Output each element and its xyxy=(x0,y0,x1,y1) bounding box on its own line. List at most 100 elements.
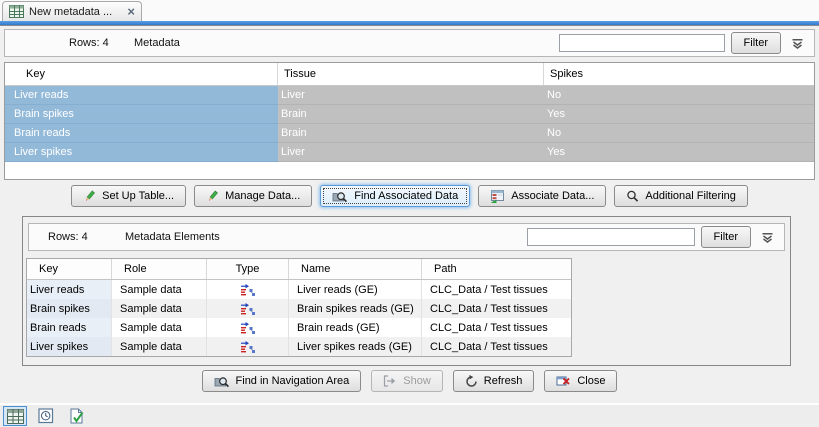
dialog-actions: Find in Navigation Area Show Refresh Clo… xyxy=(0,370,819,392)
manage-data-button[interactable]: Manage Data... xyxy=(194,185,312,207)
associate-data-button[interactable]: Associate Data... xyxy=(478,185,606,207)
set-up-table-button[interactable]: Set Up Table... xyxy=(71,185,186,207)
column-header-type[interactable]: Type xyxy=(207,259,289,279)
cell-name: Brain spikes reads (GE) xyxy=(289,299,422,318)
button-label: Manage Data... xyxy=(225,190,300,202)
cell-role: Sample data xyxy=(112,318,207,337)
button-label: Find in Navigation Area xyxy=(236,375,350,387)
find-associated-data-button[interactable]: Find Associated Data xyxy=(320,185,470,207)
expression-data-icon xyxy=(240,302,256,316)
button-label: Refresh xyxy=(484,375,523,387)
table-row[interactable]: Brain spikes Brain Yes xyxy=(5,105,814,124)
tab-bar: New metadata ... × xyxy=(0,0,819,21)
column-header-key[interactable]: Key xyxy=(5,63,278,85)
table-row[interactable]: Liver reads Liver No xyxy=(5,86,814,105)
cell-tissue: Liver xyxy=(278,143,544,162)
cell-name: Liver spikes reads (GE) xyxy=(289,337,422,356)
filter-input[interactable] xyxy=(527,228,695,246)
find-in-navigation-area-button[interactable]: Find in Navigation Area xyxy=(202,370,362,392)
expression-data-icon xyxy=(240,321,256,335)
button-label: Close xyxy=(577,375,605,387)
metadata-elements-table: Key Role Type Name Path Liver reads Samp… xyxy=(26,258,572,357)
table-row[interactable]: Brain spikes Sample data Brain spikes re… xyxy=(27,299,571,318)
associate-data-icon xyxy=(490,190,505,203)
close-window-icon xyxy=(556,375,571,387)
cell-role: Sample data xyxy=(112,280,207,299)
cell-tissue: Brain xyxy=(278,105,544,124)
filter-button[interactable]: Filter xyxy=(701,226,751,248)
button-label: Set Up Table... xyxy=(102,190,174,202)
metadata-elements-panel: Rows: 4 Metadata Elements Filter Key Rol… xyxy=(22,216,791,366)
cell-key: Liver reads xyxy=(5,86,278,105)
table-row[interactable]: Brain reads Brain No xyxy=(5,124,814,143)
filter-input[interactable] xyxy=(559,34,725,52)
metadata-table: Key Tissue Spikes Liver reads Liver No B… xyxy=(4,62,815,180)
element-info-view-icon xyxy=(69,408,85,425)
show-button[interactable]: Show xyxy=(371,370,443,392)
cell-key: Liver spikes xyxy=(27,337,112,356)
table-header: Key Role Type Name Path xyxy=(27,259,571,280)
find-data-icon xyxy=(332,190,348,203)
panel-title: Metadata Elements xyxy=(125,231,220,243)
close-tab-icon[interactable]: × xyxy=(127,5,135,18)
cell-key: Liver reads xyxy=(27,280,112,299)
column-header-key[interactable]: Key xyxy=(27,259,112,279)
table-row[interactable]: Brain reads Sample data Brain reads (GE)… xyxy=(27,318,571,337)
column-header-role[interactable]: Role xyxy=(112,259,207,279)
table-row[interactable]: Liver spikes Liver Yes xyxy=(5,143,814,162)
refresh-button[interactable]: Refresh xyxy=(453,370,535,392)
cell-key: Brain spikes xyxy=(5,105,278,124)
cell-key: Brain reads xyxy=(5,124,278,143)
button-label: Find Associated Data xyxy=(354,190,458,202)
table-row[interactable]: Liver spikes Sample data Liver spikes re… xyxy=(27,337,571,356)
cell-tissue: Liver xyxy=(278,86,544,105)
pencil-icon xyxy=(206,190,219,203)
cell-key: Brain reads xyxy=(27,318,112,337)
filter-options-icon[interactable] xyxy=(759,230,776,245)
metadata-toolbar: Rows: 4 Metadata Filter xyxy=(4,29,815,57)
show-icon xyxy=(383,375,397,387)
status-bar xyxy=(0,405,819,427)
tab-label: New metadata ... xyxy=(29,6,122,18)
cell-name: Liver reads (GE) xyxy=(289,280,422,299)
cell-tissue: Brain xyxy=(278,124,544,143)
cell-type xyxy=(207,299,289,318)
cell-key: Brain spikes xyxy=(27,299,112,318)
cell-name: Brain reads (GE) xyxy=(289,318,422,337)
history-view-icon xyxy=(38,408,54,424)
tab-new-metadata[interactable]: New metadata ... × xyxy=(2,1,142,21)
close-button[interactable]: Close xyxy=(544,370,617,392)
cell-path: CLC_Data / Test tissues xyxy=(422,337,571,356)
column-header-spikes[interactable]: Spikes xyxy=(544,63,814,85)
additional-filtering-button[interactable]: Additional Filtering xyxy=(614,185,748,207)
expression-data-icon xyxy=(240,283,256,297)
cell-role: Sample data xyxy=(112,299,207,318)
magnifier-icon xyxy=(626,190,639,203)
expression-data-icon xyxy=(240,340,256,354)
history-view-button[interactable] xyxy=(34,406,58,426)
cell-spikes: No xyxy=(544,86,814,105)
element-info-view-button[interactable] xyxy=(65,406,89,426)
column-header-name[interactable]: Name xyxy=(289,259,422,279)
column-header-path[interactable]: Path xyxy=(422,259,571,279)
table-header: Key Tissue Spikes xyxy=(5,63,814,86)
table-row[interactable]: Liver reads Sample data Liver reads (GE)… xyxy=(27,280,571,299)
filter-options-icon[interactable] xyxy=(789,36,806,51)
table-icon xyxy=(9,5,24,18)
cell-path: CLC_Data / Test tissues xyxy=(422,318,571,337)
rows-count: Rows: 4 xyxy=(69,37,134,49)
pencil-icon xyxy=(83,190,96,203)
button-label: Additional Filtering xyxy=(645,190,736,202)
cell-type xyxy=(207,337,289,356)
refresh-icon xyxy=(465,375,478,388)
metadata-window: New metadata ... × Rows: 4 Metadata Filt… xyxy=(0,0,819,427)
cell-type xyxy=(207,318,289,337)
column-header-tissue[interactable]: Tissue xyxy=(278,63,544,85)
filter-button[interactable]: Filter xyxy=(731,32,781,54)
table-view-button[interactable] xyxy=(3,406,27,426)
metadata-actions: Set Up Table... Manage Data... Find Asso… xyxy=(0,185,819,207)
cell-spikes: Yes xyxy=(544,143,814,162)
panel-title: Metadata xyxy=(134,37,180,49)
cell-key: Liver spikes xyxy=(5,143,278,162)
cell-role: Sample data xyxy=(112,337,207,356)
